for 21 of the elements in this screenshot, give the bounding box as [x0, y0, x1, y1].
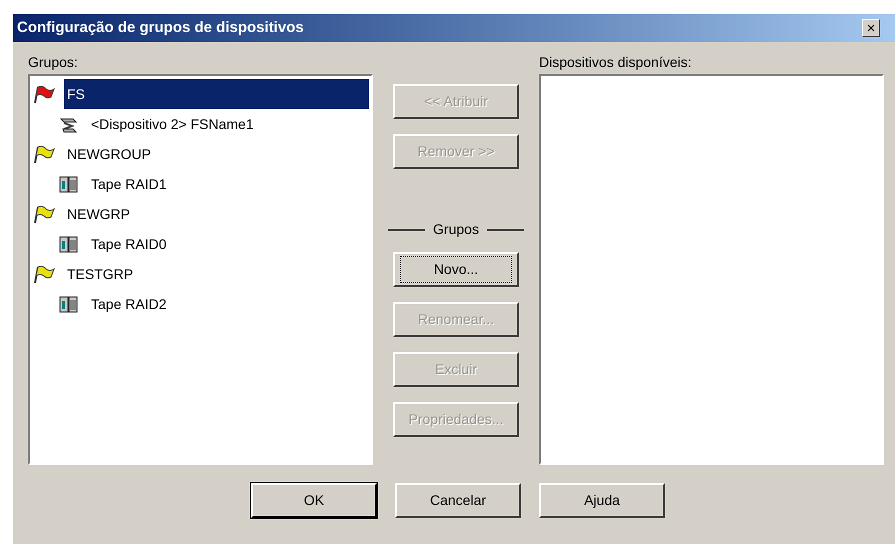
device-name[interactable]: Tape RAID0: [88, 234, 170, 254]
device-name[interactable]: Tape RAID1: [88, 174, 170, 194]
groups-label: Grupos:: [28, 53, 79, 72]
dialog-button[interactable]: Novo...: [393, 252, 519, 287]
dialog-button[interactable]: Cancelar: [395, 483, 521, 518]
available-devices-label: Dispositivos disponíveis:: [539, 53, 693, 72]
device-name[interactable]: <Dispositivo 2> FSName1: [88, 114, 257, 134]
tape-drive-icon: [58, 294, 80, 314]
tape-drive-icon: [58, 234, 80, 254]
flag-icon: [32, 84, 56, 104]
window-title: Configuração de grupos de dispositivos: [17, 18, 305, 38]
close-button[interactable]: ×: [862, 19, 880, 37]
flag-icon: [32, 204, 56, 224]
dialog-button[interactable]: Ajuda: [539, 483, 665, 518]
groups-section-title: Grupos: [433, 220, 479, 239]
dialog-button[interactable]: OK: [251, 483, 377, 518]
flag-icon: [32, 264, 56, 284]
device-name[interactable]: Tape RAID2: [88, 294, 170, 314]
tape-drive-icon: [58, 174, 80, 194]
available-devices-list[interactable]: [539, 74, 884, 465]
flag-icon: [32, 144, 56, 164]
